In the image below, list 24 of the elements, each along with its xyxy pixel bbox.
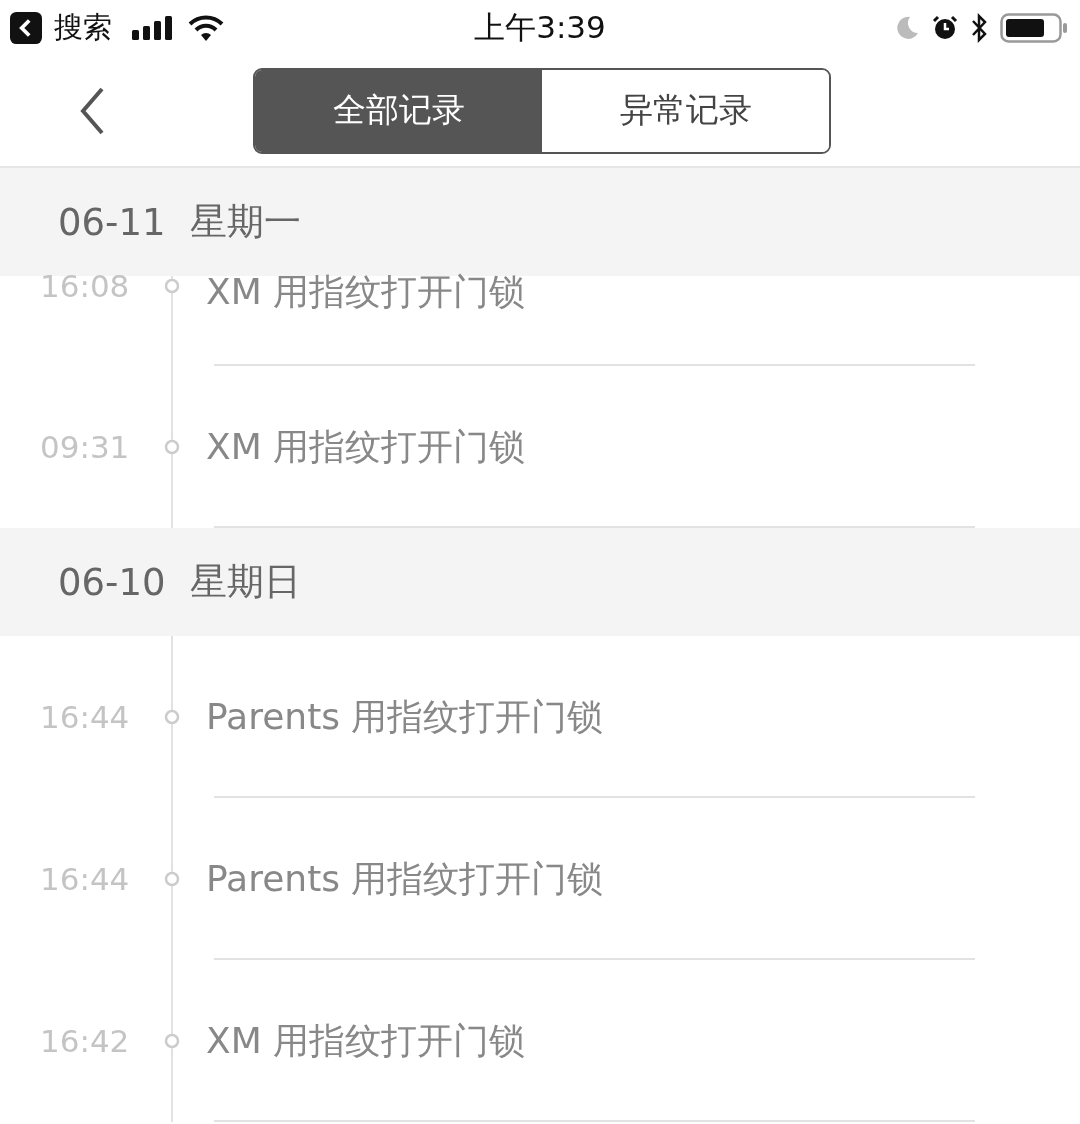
bluetooth-icon (970, 12, 988, 43)
back-app-icon[interactable] (10, 11, 42, 44)
timeline-dot-icon (164, 1033, 180, 1049)
battery-icon (1000, 12, 1068, 43)
record-time: 16:42 (40, 1023, 124, 1059)
timeline-dot-icon (164, 439, 180, 455)
wifi-icon (188, 14, 224, 41)
timeline-dot-icon (164, 709, 180, 725)
weekday-label: 星期一 (189, 199, 301, 245)
tab[interactable]: 全部记录 (255, 69, 542, 152)
weekday-label: 星期日 (189, 559, 301, 605)
timeline-dot-icon (164, 278, 180, 294)
record-text: Parents 用指纹打开门锁 (206, 694, 604, 739)
moon-icon (894, 14, 920, 41)
status-time: 上午3:39 (474, 7, 606, 47)
record-text: XM 用指纹打开门锁 (206, 1018, 526, 1063)
date-label: 06-10 (58, 560, 166, 604)
record-text: Parents 用指纹打开门锁 (206, 856, 604, 901)
record-text: XM 用指纹打开门锁 (206, 270, 526, 314)
alarm-clock-icon (932, 14, 958, 41)
timeline-dot-icon (164, 871, 180, 887)
record-text: XM 用指纹打开门锁 (206, 424, 526, 469)
date-label: 06-11 (58, 200, 166, 244)
back-app-label[interactable]: 搜索 (54, 7, 112, 48)
